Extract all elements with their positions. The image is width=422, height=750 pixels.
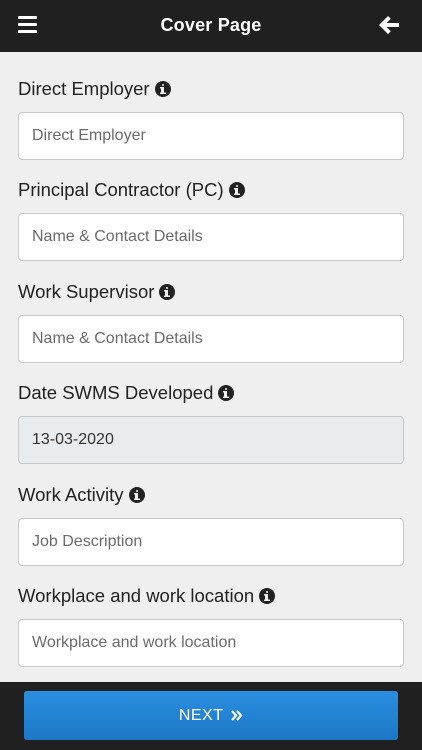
principal-contractor-input[interactable] <box>18 213 404 262</box>
top-bar: Cover Page <box>0 0 422 52</box>
field-label: Work Activity <box>18 483 124 505</box>
info-icon[interactable] <box>228 182 245 199</box>
work-activity-input[interactable] <box>18 517 404 566</box>
arrow-left-icon[interactable] <box>378 15 400 35</box>
field-principal-contractor: Principal Contractor (PC) <box>18 177 404 278</box>
direct-employer-input[interactable] <box>18 112 404 160</box>
field-label: Date SWMS Developed <box>18 382 214 404</box>
field-workplace-location: Workplace and work location <box>18 583 404 684</box>
work-supervisor-input[interactable] <box>18 314 404 363</box>
next-button-label: NEXT <box>178 707 224 724</box>
cover-page-form: Direct Employer Principal Contractor (PC… <box>18 76 404 684</box>
page-title: Cover Page <box>160 15 262 35</box>
field-label: Workplace and work location <box>18 584 255 606</box>
field-work-supervisor: Work Supervisor <box>18 279 404 380</box>
double-chevron-right-icon <box>231 691 243 740</box>
field-label: Direct Employer <box>18 78 150 99</box>
info-icon[interactable] <box>259 587 276 604</box>
workplace-location-input[interactable] <box>18 618 404 667</box>
date-swms-developed-input[interactable] <box>18 416 404 465</box>
app-screen: Cover Page Direct Employer Principal Con… <box>0 0 422 750</box>
info-icon[interactable] <box>218 385 235 402</box>
field-direct-employer: Direct Employer <box>18 76 404 177</box>
info-icon[interactable] <box>159 283 176 300</box>
next-button[interactable]: NEXT <box>24 691 398 740</box>
field-date-swms-developed: Date SWMS Developed <box>18 380 404 481</box>
info-icon[interactable] <box>154 81 171 97</box>
bottom-bar: NEXT <box>0 682 422 750</box>
info-icon[interactable] <box>128 486 145 503</box>
field-label: Principal Contractor (PC) <box>18 179 224 201</box>
field-label: Work Supervisor <box>18 280 155 302</box>
field-work-activity: Work Activity <box>18 482 404 583</box>
